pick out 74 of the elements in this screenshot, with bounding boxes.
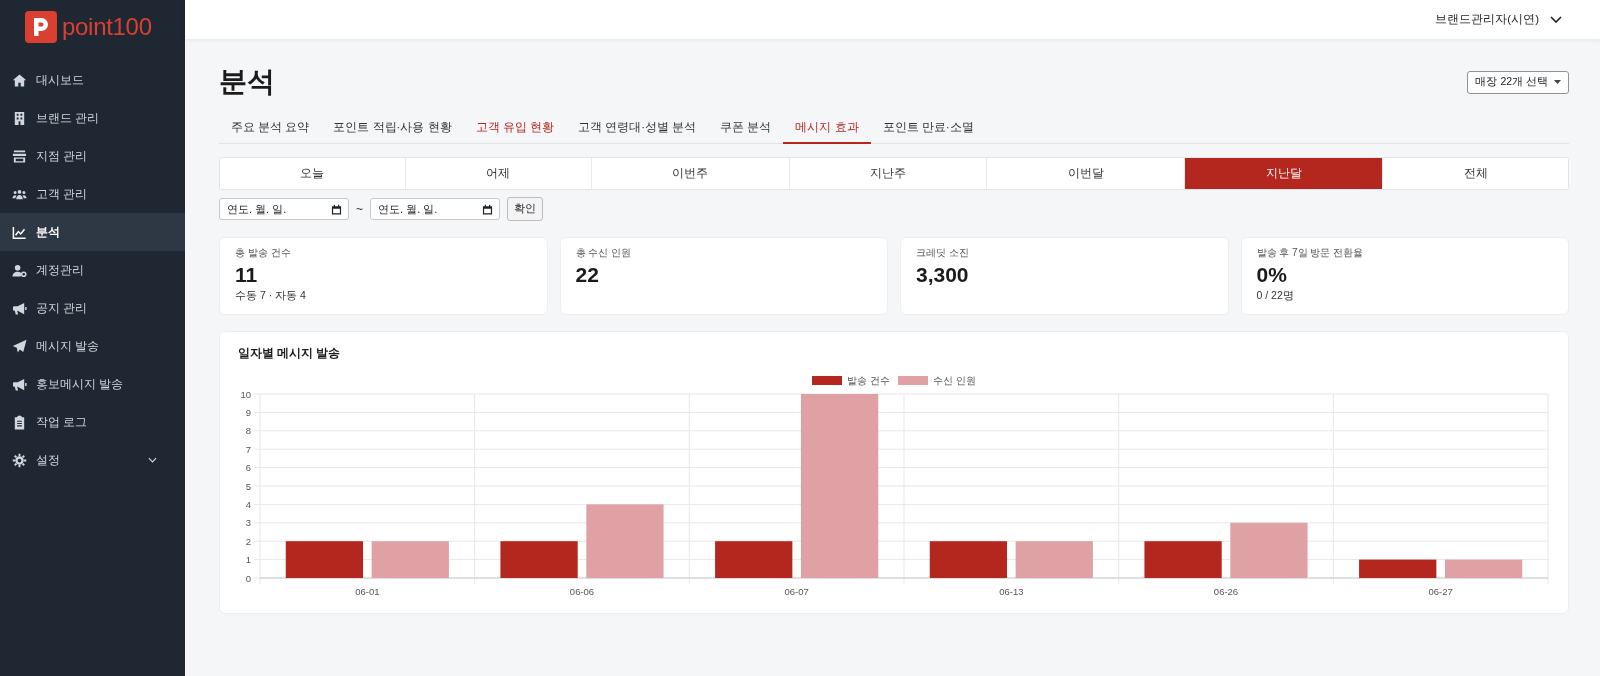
- stat-value: 11: [235, 263, 259, 287]
- sidebar-item[interactable]: 작업 로그: [0, 403, 185, 441]
- y-axis-label: 3: [245, 517, 251, 529]
- stat-label: 총 수신 인원: [575, 246, 633, 259]
- stat-breakdown: 수동 7 · 자동 4: [235, 288, 307, 302]
- tab[interactable]: 메시지 효과: [783, 112, 871, 144]
- x-axis-label: 06-06: [569, 586, 595, 597]
- chart-title: 일자별 메시지 발송: [238, 346, 342, 361]
- y-axis-label: 8: [245, 425, 251, 437]
- chevron-down-icon: [1550, 16, 1562, 23]
- settings-icon: [12, 452, 27, 468]
- y-axis-label: 6: [245, 462, 251, 474]
- stat-breakdown: 0 / 22명: [1256, 288, 1295, 302]
- y-axis-label: 5: [245, 480, 251, 492]
- x-axis-label: 06-13: [999, 586, 1024, 597]
- sidebar-item[interactable]: 대시보드: [0, 61, 185, 99]
- x-axis-label: 06-07: [784, 586, 809, 597]
- tab[interactable]: 포인트 적립·사용 현황: [321, 112, 464, 144]
- tab[interactable]: 고객 유입 현황: [463, 112, 566, 144]
- sidebar-item[interactable]: 브랜드 관리: [0, 99, 185, 137]
- y-axis-label: 7: [245, 443, 251, 455]
- x-axis-label: 06-26: [1213, 586, 1239, 597]
- sidebar-item[interactable]: 계정관리: [0, 251, 185, 289]
- tab[interactable]: 쿠폰 분석: [708, 112, 784, 144]
- building-icon: [12, 110, 27, 126]
- x-axis-label: 06-27: [1428, 586, 1453, 597]
- stat-value: 0%: [1256, 263, 1288, 287]
- sidebar-item[interactable]: 홍보메시지 발송: [0, 365, 185, 403]
- stat-label: 발송 후 7일 방문 전환율: [1256, 246, 1365, 259]
- caret-icon: [1554, 80, 1561, 84]
- calendar-icon: [482, 203, 493, 215]
- paper-plane-icon: [12, 338, 27, 354]
- y-axis-label: 9: [245, 406, 251, 418]
- y-axis-label: 2: [245, 535, 251, 547]
- sidebar-item[interactable]: 공지 관리: [0, 289, 185, 327]
- logo-icon: [25, 11, 57, 43]
- date-field[interactable]: 연도. 월. 일.: [370, 198, 500, 220]
- period-button[interactable]: 지난달: [1184, 158, 1383, 189]
- sidebar-item[interactable]: 지점 관리: [0, 137, 185, 175]
- y-axis-label: 4: [245, 498, 251, 510]
- sidebar-item[interactable]: 메시지 발송: [0, 327, 185, 365]
- house-icon: [12, 72, 27, 88]
- person-badge-icon: [12, 262, 27, 278]
- calendar-icon: [331, 203, 342, 215]
- legend-label: 수신 인원: [933, 374, 976, 387]
- stat-value: 3,300: [916, 263, 970, 287]
- brand-name: point100: [62, 13, 152, 41]
- megaphone-icon: [12, 376, 27, 392]
- sidebar-item[interactable]: 고객 관리: [0, 175, 185, 213]
- sidebar-item[interactable]: 분석: [0, 213, 185, 251]
- y-axis-label: 0: [245, 572, 251, 584]
- line-chart-icon: [12, 224, 27, 240]
- tab[interactable]: 주요 분석 요약: [219, 112, 322, 144]
- stat-value: 22: [575, 263, 600, 287]
- range-separator: ~: [356, 202, 363, 216]
- tab[interactable]: 고객 연령대·성별 분석: [566, 112, 709, 144]
- stat-label: 총 발송 건수: [235, 246, 292, 259]
- x-axis-label: 06-01: [355, 586, 380, 597]
- page-title: 분석: [219, 65, 275, 99]
- date-field[interactable]: 연도. 월. 일.: [219, 198, 349, 220]
- legend-label: 발송 건수: [847, 374, 890, 387]
- chevron-down-icon: [148, 457, 157, 463]
- sidebar-item[interactable]: 설정: [0, 441, 185, 479]
- y-axis-label: 1: [245, 554, 251, 566]
- store-select-button[interactable]: 매장 22개 선택: [1467, 70, 1569, 94]
- stat-label: 크레딧 소진: [916, 246, 970, 259]
- confirm-button[interactable]: 확인: [507, 197, 543, 221]
- y-axis-label: 10: [240, 388, 251, 400]
- megaphone-icon: [12, 300, 27, 316]
- storefront-icon: [12, 148, 27, 164]
- period-button[interactable]: 전체: [1382, 158, 1568, 189]
- tab[interactable]: 포인트 만료·소멸: [870, 112, 986, 144]
- user-menu-button[interactable]: 브랜드관리자(시연): [1435, 12, 1562, 27]
- clipboard-icon: [12, 414, 27, 430]
